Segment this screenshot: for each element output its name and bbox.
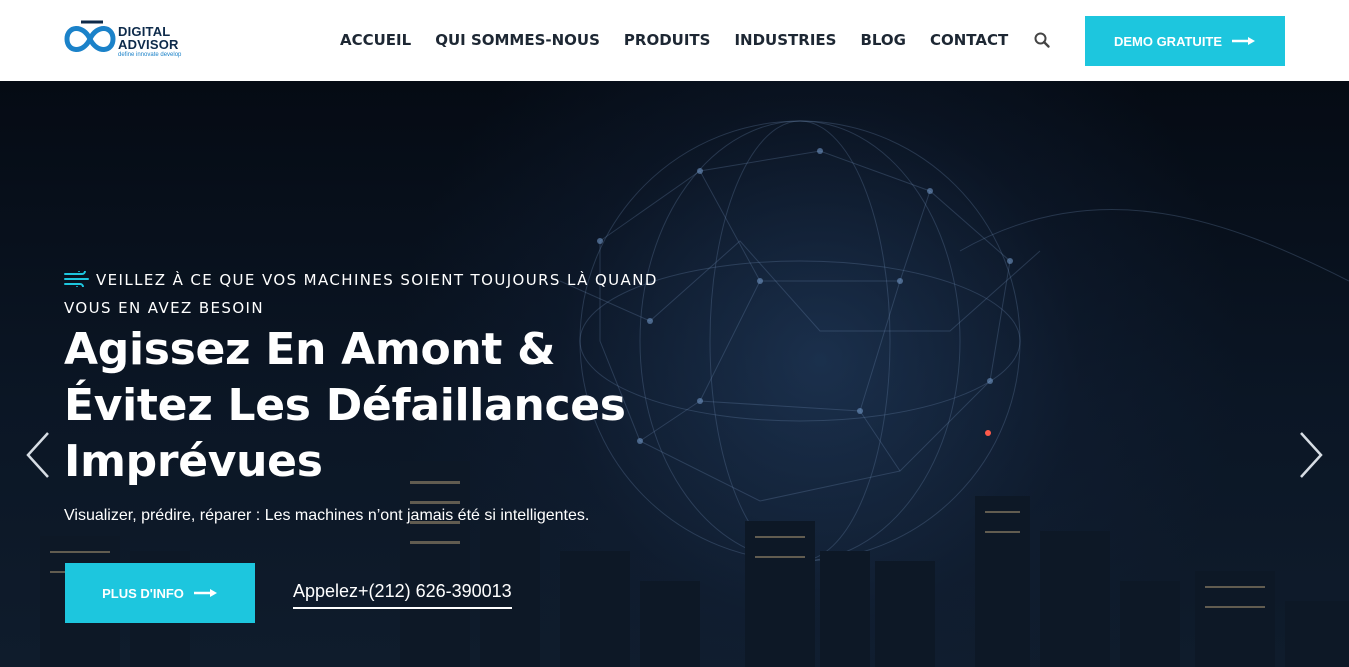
hero-slider: VEILLEZ À CE QUE VOS MACHINES SOIENT TOU… [0,81,1349,667]
hero-subtitle: Visualizer, prédire, réparer : Les machi… [64,507,590,524]
demo-button-label: DEMO GRATUITE [1113,33,1223,49]
wind-lines-icon [64,271,89,287]
nav-item-blog[interactable]: BLOG [860,30,906,50]
logo-tagline: define innovate develop [118,52,182,58]
arrow-right-icon [1232,37,1256,45]
call-phone-link[interactable]: Appelez+(212) 626-390013 [293,579,512,609]
main-nav: ACCUEIL QUI SOMMES-NOUS PRODUITS INDUSTR… [340,30,1032,50]
logo[interactable]: DIGITAL ADVISOR define innovate develop [63,16,193,62]
nav-item-accueil[interactable]: ACCUEIL [340,30,411,50]
nav-item-produits[interactable]: PRODUITS [624,30,711,50]
site-header: DIGITAL ADVISOR define innovate develop … [0,0,1349,81]
plus-dinfo-button[interactable]: PLUS D'INFO [65,563,255,623]
nav-item-contact[interactable]: CONTACT [930,30,1008,50]
logo-name-line2: ADVISOR [118,37,179,52]
demo-gratuite-button[interactable]: DEMO GRATUITE [1085,16,1285,66]
hero-eyebrow-text: VEILLEZ À CE QUE VOS MACHINES SOIENT TOU… [64,271,658,317]
chevron-left-icon[interactable] [24,431,52,479]
hero-eyebrow: VEILLEZ À CE QUE VOS MACHINES SOIENT TOU… [64,266,674,322]
nav-item-industries[interactable]: INDUSTRIES [734,30,836,50]
logo-mark-icon [64,20,116,52]
arrow-right-icon [193,589,217,597]
search-icon[interactable] [1033,31,1051,49]
plus-dinfo-label: PLUS D'INFO [102,585,184,601]
chevron-right-icon[interactable] [1297,431,1325,479]
nav-item-qui-sommes-nous[interactable]: QUI SOMMES-NOUS [435,30,600,50]
hero-headline: Agissez En Amont & Évitez Les Défaillanc… [64,324,626,487]
